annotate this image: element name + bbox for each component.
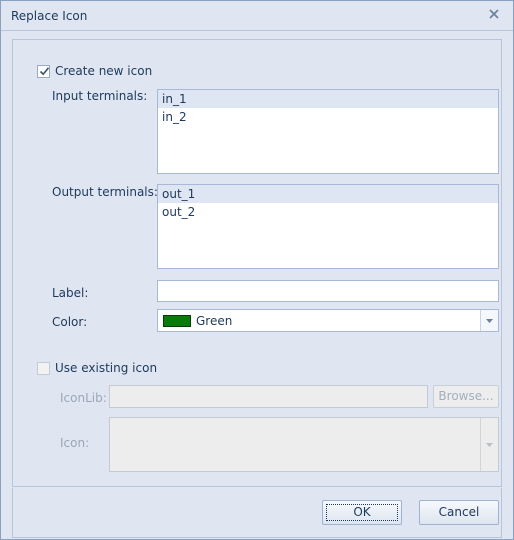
browse-button[interactable]: Browse... — [433, 385, 499, 408]
title-bar: Replace Icon — [1, 1, 513, 31]
focus-rect — [326, 504, 398, 521]
label-input[interactable] — [157, 280, 499, 302]
ok-button[interactable]: OK — [322, 500, 402, 525]
iconlib-input[interactable] — [109, 385, 428, 408]
color-field-label: Color: — [52, 315, 88, 329]
input-terminals-label: Input terminals: — [52, 89, 148, 103]
list-item[interactable]: in_2 — [158, 108, 498, 126]
input-terminals-list[interactable]: in_1 in_2 — [157, 89, 499, 174]
label-field-label: Label: — [52, 286, 89, 300]
color-swatch — [163, 315, 191, 327]
color-select[interactable]: Green — [157, 309, 499, 332]
list-item[interactable]: out_1 — [158, 185, 498, 203]
output-terminals-label: Output terminals: — [52, 185, 158, 199]
dialog-footer: OK Cancel — [12, 488, 502, 538]
chevron-down-icon[interactable] — [480, 418, 498, 471]
dialog-title: Replace Icon — [11, 9, 88, 23]
list-item[interactable]: in_1 — [158, 90, 498, 108]
close-icon[interactable] — [487, 7, 503, 23]
dialog-content: Create new icon Input terminals: in_1 in… — [12, 39, 502, 487]
iconlib-label: IconLib: — [60, 391, 107, 405]
icon-label: Icon: — [60, 436, 90, 450]
output-terminals-list[interactable]: out_1 out_2 — [157, 184, 499, 269]
cancel-button[interactable]: Cancel — [419, 500, 499, 525]
use-existing-icon-checkbox[interactable] — [37, 362, 50, 375]
cancel-button-label: Cancel — [438, 505, 480, 519]
chevron-down-icon[interactable] — [480, 310, 498, 331]
create-new-icon-checkbox[interactable] — [37, 65, 50, 78]
color-select-value: Green — [196, 314, 233, 328]
list-item[interactable]: out_2 — [158, 203, 498, 221]
create-new-icon-label: Create new icon — [55, 64, 153, 78]
icon-select[interactable] — [109, 417, 499, 472]
replace-icon-dialog: Replace Icon Create new icon Input termi… — [0, 0, 514, 540]
use-existing-icon-label: Use existing icon — [55, 361, 158, 375]
